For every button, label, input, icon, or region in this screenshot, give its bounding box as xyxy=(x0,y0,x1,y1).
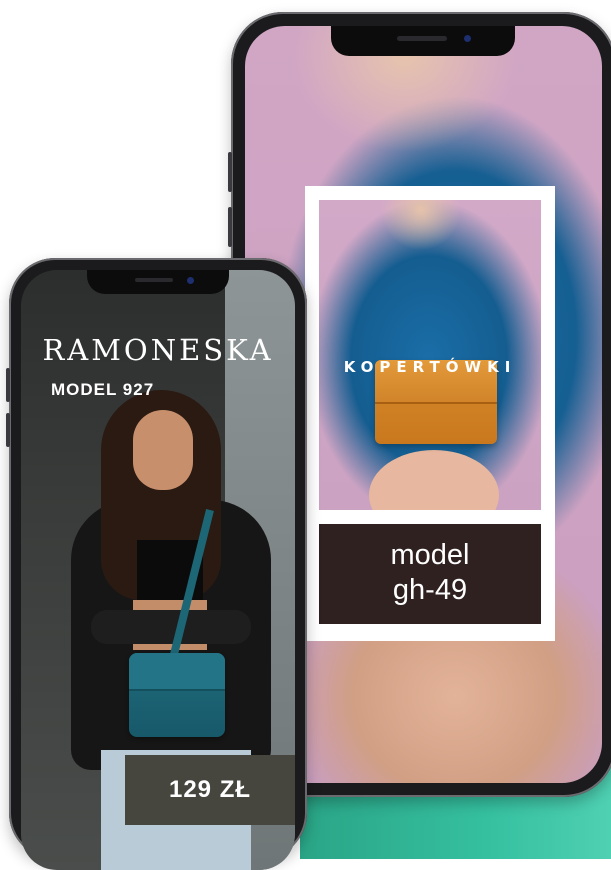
volume-button xyxy=(228,152,232,192)
product-subtitle: MODEL 927 xyxy=(51,380,155,399)
bag-flap xyxy=(129,653,225,691)
crossed-arms xyxy=(91,610,251,644)
price-badge: 129 ZŁ xyxy=(125,755,295,825)
volume-button xyxy=(6,413,10,447)
camera-icon xyxy=(187,277,194,284)
camera-icon xyxy=(464,35,471,42)
phone-notch-icon xyxy=(331,26,515,56)
product-photo-orange-bag: KOPERTÓWKI xyxy=(319,200,541,510)
model-code-box: model gh-49 xyxy=(319,524,541,624)
model-knee xyxy=(369,450,499,510)
model-label: model xyxy=(390,539,470,571)
model-code: gh-49 xyxy=(392,574,468,606)
price-text: 129 ZŁ xyxy=(168,776,252,803)
volume-button xyxy=(228,207,232,247)
product-frame: KOPERTÓWKI model gh-49 xyxy=(305,186,555,641)
phone-notch-icon xyxy=(87,270,229,294)
speaker-icon xyxy=(397,36,447,41)
product-title: RAMONESKA xyxy=(42,333,274,367)
category-label: KOPERTÓWKI xyxy=(343,358,517,376)
phone-mockup-left: RAMONESKA MODEL 927 129 ZŁ xyxy=(6,258,307,870)
model-face xyxy=(133,410,193,490)
phone-screen-left: RAMONESKA MODEL 927 129 ZŁ xyxy=(21,270,295,870)
volume-button xyxy=(6,368,10,402)
teal-bag-icon xyxy=(129,653,225,737)
speaker-icon xyxy=(135,278,173,282)
